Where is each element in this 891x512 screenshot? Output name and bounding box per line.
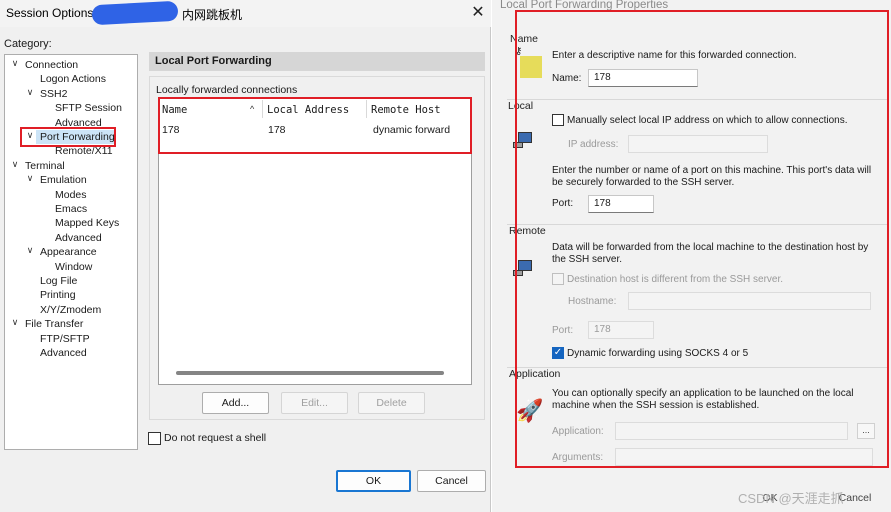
tree-item[interactable]: Emulation xyxy=(40,173,87,187)
dialog-title: Session Options xyxy=(6,6,94,20)
expand-chevron-icon[interactable] xyxy=(10,317,20,331)
tree-item[interactable]: Mapped Keys xyxy=(55,216,119,230)
tree-item[interactable]: Log File xyxy=(40,274,77,288)
category-label: Category: xyxy=(4,38,52,50)
tree-item[interactable]: Terminal xyxy=(25,159,65,173)
tree-item[interactable]: SSH2 xyxy=(40,87,67,101)
tree-item[interactable]: Appearance xyxy=(40,245,97,259)
expand-chevron-icon[interactable] xyxy=(25,173,35,187)
tree-item[interactable]: FTP/SFTP xyxy=(40,332,90,346)
add-button[interactable]: Add... xyxy=(202,392,269,414)
edit-button[interactable]: Edit... xyxy=(281,392,348,414)
watermark: CSDN @天涯走抓 xyxy=(738,491,844,506)
tree-item[interactable]: Emacs xyxy=(55,202,87,216)
expand-chevron-icon[interactable] xyxy=(10,159,20,173)
session-options-dialog: Session Options 内网跳板机 ✕ Category: Connec… xyxy=(0,0,491,512)
delete-button[interactable]: Delete xyxy=(358,392,425,414)
close-icon[interactable]: ✕ xyxy=(468,3,488,23)
properties-annotation-box xyxy=(515,10,889,468)
tree-item[interactable]: SFTP Session xyxy=(55,101,122,115)
expand-chevron-icon[interactable] xyxy=(25,245,35,259)
horizontal-scrollbar[interactable] xyxy=(176,371,444,375)
no-shell-checkbox[interactable] xyxy=(148,432,161,445)
tree-item[interactable]: File Transfer xyxy=(25,317,83,331)
redaction-mark xyxy=(91,0,179,26)
tree-item[interactable]: Advanced xyxy=(40,346,87,360)
tree-item[interactable]: X/Y/Zmodem xyxy=(40,303,101,317)
tree-item[interactable]: Window xyxy=(55,260,92,274)
tree-item[interactable]: Modes xyxy=(55,188,87,202)
dialog-title-suffix: 内网跳板机 xyxy=(182,8,243,22)
title-bar: Session Options 内网跳板机 ✕ xyxy=(0,0,491,27)
list-annotation-box xyxy=(158,97,472,154)
panel-title: Local Port Forwarding xyxy=(149,52,485,71)
tree-item[interactable]: Advanced xyxy=(55,231,102,245)
expand-chevron-icon[interactable] xyxy=(25,87,35,101)
tree-item[interactable]: Logon Actions xyxy=(40,72,106,86)
cancel-button[interactable]: Cancel xyxy=(417,470,486,492)
no-shell-label: Do not request a shell xyxy=(164,432,267,444)
forwarded-connections-label: Locally forwarded connections xyxy=(156,84,298,96)
tree-item[interactable]: Printing xyxy=(40,288,76,302)
tree-item[interactable]: Connection xyxy=(25,58,78,72)
selection-annotation-box xyxy=(20,127,116,147)
expand-chevron-icon[interactable] xyxy=(10,58,20,72)
ok-button[interactable]: OK xyxy=(336,470,411,492)
